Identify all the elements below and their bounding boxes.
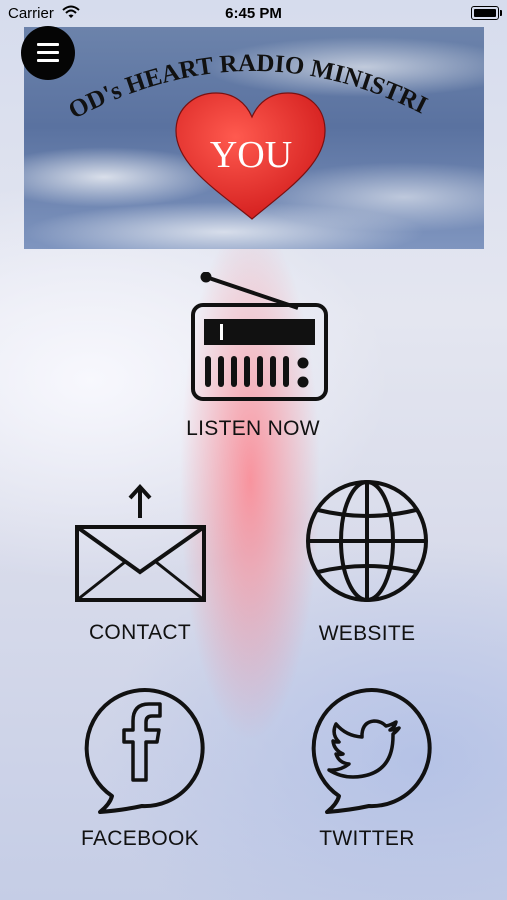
twitter-bubble-icon [311, 688, 432, 814]
menu-button[interactable] [21, 26, 75, 80]
radio-icon [191, 272, 328, 401]
hamburger-menu-icon [37, 43, 59, 46]
mail-send-icon [74, 484, 206, 602]
battery-icon [471, 6, 502, 20]
status-bar: Carrier 6:45 PM [0, 0, 507, 26]
globe-icon [306, 480, 428, 602]
heart-text: YOU [210, 134, 292, 176]
facebook-label: FACEBOOK [81, 827, 199, 850]
contact-label: CONTACT [88, 621, 192, 644]
website-button[interactable]: WEBSITE [287, 478, 447, 646]
facebook-button[interactable]: FACEBOOK [60, 684, 220, 851]
facebook-bubble-icon [84, 688, 205, 814]
twitter-label: TWITTER [319, 827, 415, 850]
header-banner: GOD's HEART RADIO MINISTRIES YOU [24, 27, 484, 249]
twitter-button[interactable]: TWITTER [287, 684, 447, 851]
listen-now-label: LISTEN NOW [186, 417, 320, 440]
status-time: 6:45 PM [225, 5, 282, 22]
contact-button[interactable]: CONTACT [60, 482, 220, 645]
listen-now-button[interactable]: LISTEN NOW [150, 272, 356, 441]
website-label: WEBSITE [318, 622, 416, 645]
